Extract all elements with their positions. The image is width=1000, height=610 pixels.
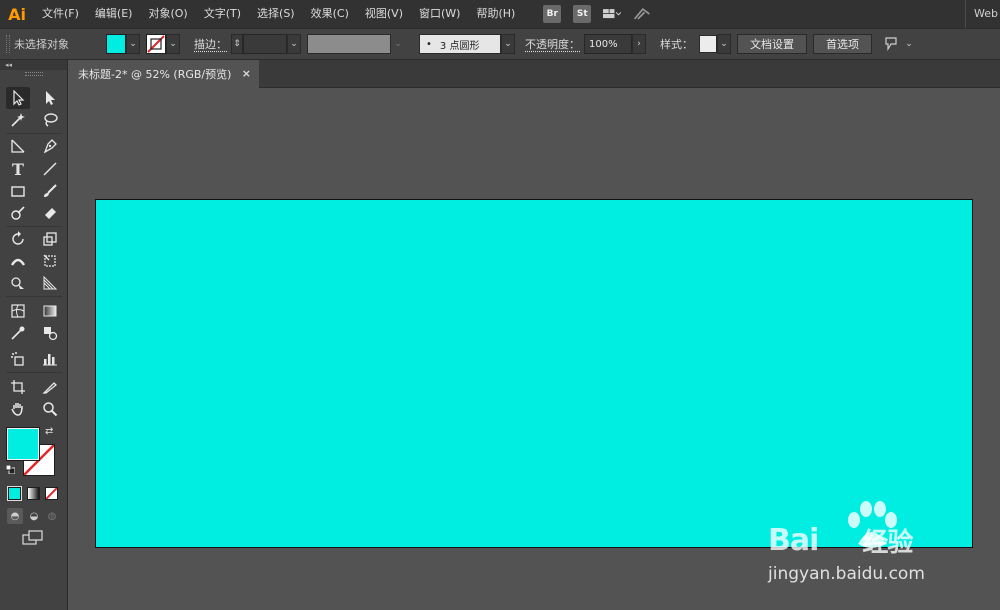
zoom-tool-icon[interactable] xyxy=(38,398,62,420)
tools-panel-collapse-icon[interactable]: ◂◂ xyxy=(0,60,67,70)
rotate-tool-icon[interactable] xyxy=(6,228,30,250)
perspective-grid-tool-icon[interactable] xyxy=(38,272,62,294)
menu-file[interactable]: 文件(F) xyxy=(34,0,87,28)
opacity-expand-chevron-icon[interactable]: › xyxy=(632,34,646,54)
line-segment-tool-icon[interactable] xyxy=(38,158,62,180)
baidu-jingyan-watermark: Bai 经验 jingyan.baidu.com xyxy=(768,500,1000,600)
document-tab-strip: 未标题-2* @ 52% (RGB/预览) × xyxy=(69,60,1000,88)
menu-edit[interactable]: 编辑(E) xyxy=(87,0,141,28)
gradient-tool-icon[interactable] xyxy=(38,300,62,322)
watermark-url: jingyan.baidu.com xyxy=(768,564,925,584)
fill-color-box[interactable] xyxy=(6,427,40,461)
free-transform-tool-icon[interactable] xyxy=(38,250,62,272)
draw-inside-icon[interactable]: ◍ xyxy=(44,508,60,524)
menu-type[interactable]: 文字(T) xyxy=(196,0,249,28)
stroke-label[interactable]: 描边： xyxy=(194,36,227,52)
artboard[interactable] xyxy=(95,199,973,548)
blend-tool-icon[interactable] xyxy=(38,322,62,344)
color-mode-button[interactable] xyxy=(7,486,22,501)
control-bar: 未选择对象 ⌄ ⌄ 描边： ⇕ ⌄ ⌄ • 3 点圆形 ⌄ 不透明度： 100%… xyxy=(0,28,1000,60)
app-logo: Ai xyxy=(8,4,26,24)
workspace-switcher[interactable]: Web xyxy=(965,0,998,28)
eraser-tool-icon[interactable] xyxy=(38,202,62,224)
artboard-tool-icon[interactable] xyxy=(6,376,30,398)
document-setup-button[interactable]: 文档设置 xyxy=(737,34,807,54)
opacity-input[interactable]: 100% xyxy=(584,34,632,54)
brush-definition-value: 3 点圆形 xyxy=(439,40,480,52)
fill-color-swatch[interactable] xyxy=(106,34,126,54)
menu-select[interactable]: 选择(S) xyxy=(249,0,303,28)
stock-icon[interactable]: St xyxy=(573,5,592,23)
stroke-weight-dropdown-chevron-icon[interactable]: ⌄ xyxy=(287,34,301,54)
default-fill-stroke-icon[interactable] xyxy=(5,464,16,475)
none-mode-button[interactable] xyxy=(45,487,58,500)
gpu-performance-icon[interactable] xyxy=(633,5,651,23)
style-dropdown-chevron-icon[interactable]: ⌄ xyxy=(717,34,731,54)
brush-dot-icon: • xyxy=(426,38,432,50)
menu-window[interactable]: 窗口(W) xyxy=(411,0,468,28)
control-bar-grip[interactable] xyxy=(6,35,10,53)
watermark-brand-text: Bai xyxy=(768,522,819,558)
document-tab[interactable]: 未标题-2* @ 52% (RGB/预览) × xyxy=(69,60,259,88)
menu-object[interactable]: 对象(O) xyxy=(140,0,195,28)
document-tab-title: 未标题-2* @ 52% (RGB/预览) xyxy=(78,68,232,81)
watermark-brand: Bai 经验 xyxy=(768,522,913,558)
style-label: 样式： xyxy=(660,38,693,51)
menu-help[interactable]: 帮助(H) xyxy=(468,0,523,28)
pen-tool-icon[interactable] xyxy=(6,135,30,157)
column-graph-tool-icon[interactable] xyxy=(38,348,62,370)
brush-dropdown-chevron-icon[interactable]: ⌄ xyxy=(501,34,515,54)
paintbrush-tool-icon[interactable] xyxy=(38,180,62,202)
graphic-style-swatch[interactable] xyxy=(699,35,717,53)
opacity-label[interactable]: 不透明度： xyxy=(525,36,580,52)
close-icon[interactable]: × xyxy=(242,67,251,80)
panel-menu-chevron-icon[interactable]: ⌄ xyxy=(902,34,916,54)
scale-tool-icon[interactable] xyxy=(38,228,62,250)
variable-width-profile[interactable] xyxy=(307,34,391,54)
tools-panel: ◂◂ T ⇄ ◓ ◒ ◍ xyxy=(0,60,68,610)
profile-dropdown-chevron-icon[interactable]: ⌄ xyxy=(391,34,405,54)
curvature-tool-icon[interactable] xyxy=(38,135,62,157)
rectangle-tool-icon[interactable] xyxy=(6,180,30,202)
pin-icon[interactable] xyxy=(882,35,900,53)
menu-view[interactable]: 视图(V) xyxy=(357,0,411,28)
eyedropper-tool-icon[interactable] xyxy=(6,322,30,344)
brush-definition-field[interactable]: • 3 点圆形 xyxy=(419,34,501,54)
selection-status: 未选择对象 xyxy=(14,38,69,51)
type-tool-icon[interactable]: T xyxy=(6,158,30,180)
stroke-weight-stepper-icon[interactable]: ⇕ xyxy=(231,34,243,54)
watermark-brand-suffix: 经验 xyxy=(862,527,913,558)
arrange-documents-icon[interactable] xyxy=(603,5,622,23)
gradient-mode-button[interactable] xyxy=(27,487,40,500)
shape-builder-tool-icon[interactable] xyxy=(6,272,30,294)
stroke-dropdown-chevron-icon[interactable]: ⌄ xyxy=(166,34,180,54)
stroke-color-swatch[interactable] xyxy=(146,34,166,54)
bridge-icon[interactable]: Br xyxy=(543,5,562,23)
direct-selection-tool-icon[interactable] xyxy=(38,87,62,109)
hand-tool-icon[interactable] xyxy=(6,398,30,420)
selection-tool-icon[interactable] xyxy=(6,87,30,109)
lasso-tool-icon[interactable] xyxy=(38,109,62,131)
slice-tool-icon[interactable] xyxy=(38,376,62,398)
tools-panel-grip[interactable] xyxy=(24,72,43,76)
swap-fill-stroke-icon[interactable]: ⇄ xyxy=(45,426,53,437)
screen-mode-icon[interactable] xyxy=(22,530,44,546)
menu-effect[interactable]: 效果(C) xyxy=(303,0,357,28)
preferences-button[interactable]: 首选项 xyxy=(813,34,872,54)
draw-normal-icon[interactable]: ◓ xyxy=(7,508,23,524)
draw-behind-icon[interactable]: ◒ xyxy=(26,508,42,524)
menu-bar: Ai 文件(F) 编辑(E) 对象(O) 文字(T) 选择(S) 效果(C) 视… xyxy=(0,0,1000,28)
fill-dropdown-chevron-icon[interactable]: ⌄ xyxy=(126,34,140,54)
magic-wand-tool-icon[interactable] xyxy=(6,109,30,131)
mesh-tool-icon[interactable] xyxy=(6,300,30,322)
width-tool-icon[interactable] xyxy=(6,250,30,272)
symbol-sprayer-tool-icon[interactable] xyxy=(6,348,30,370)
stroke-weight-input[interactable] xyxy=(243,34,287,54)
shaper-tool-icon[interactable] xyxy=(6,202,30,224)
